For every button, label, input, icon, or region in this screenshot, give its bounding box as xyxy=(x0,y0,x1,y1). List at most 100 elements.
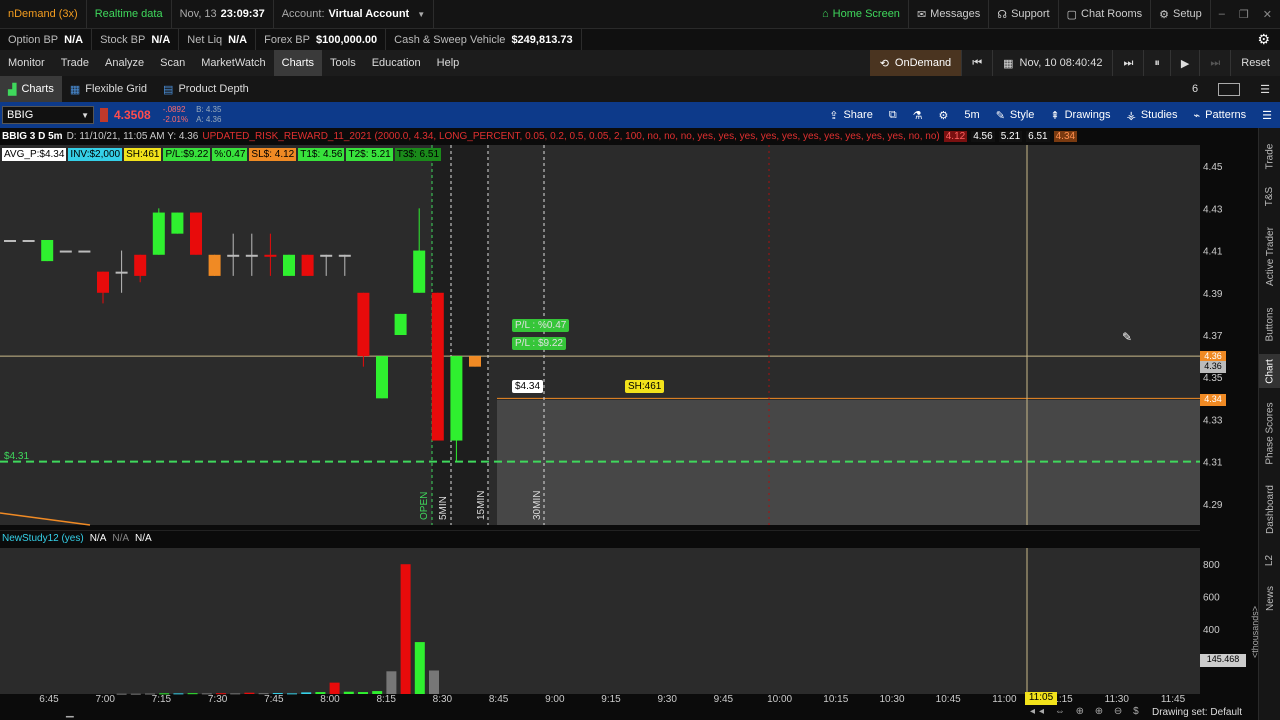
layout-button[interactable] xyxy=(1208,76,1250,102)
chart-panel[interactable]: 4.294.314.334.354.374.394.414.434.45 200… xyxy=(0,128,1260,720)
price-tick-label: 4.41 xyxy=(1203,247,1223,258)
grid-icon: ▦ xyxy=(69,83,81,96)
menu-button[interactable]: ☰ xyxy=(1250,76,1280,102)
setup-button[interactable]: ⚙ Setup xyxy=(1151,0,1211,28)
change-percent: -2.01% xyxy=(162,115,189,124)
study-target1-value: 4.56 xyxy=(971,130,995,142)
time-cursor-tag: 11:05 xyxy=(1025,692,1057,705)
chart-settings-button[interactable]: ⚙ xyxy=(931,102,957,128)
chat-icon: ▢ xyxy=(1066,8,1078,21)
menu-scan[interactable]: Scan xyxy=(152,50,193,76)
timeframe-button[interactable]: 5m xyxy=(956,102,987,128)
menu-analyze[interactable]: Analyze xyxy=(97,50,152,76)
balance-item: Net Liq N/A xyxy=(179,29,257,50)
subtab-product-depth[interactable]: ▤ Product Depth xyxy=(155,76,257,102)
time-tick-label: 11:00 xyxy=(992,694,1017,705)
time-tick-label: 6:45 xyxy=(39,694,59,705)
balance-label: Stock BP xyxy=(100,33,146,46)
drawing-set-label[interactable]: Drawing set: Default xyxy=(1152,707,1242,718)
support-button[interactable]: ☊ Support xyxy=(989,0,1059,28)
symbol-input[interactable]: BBIG ▼ xyxy=(2,106,94,124)
skip-forward-button[interactable]: ⏭ xyxy=(1113,50,1143,76)
style-label: Style xyxy=(1009,109,1035,121)
fast-forward-button[interactable]: ⏭ xyxy=(1200,50,1230,76)
settings-gear-icon[interactable]: ⚙ xyxy=(1247,29,1280,50)
toolbar-menu-button[interactable]: ☰ xyxy=(1254,102,1280,128)
volume-bar xyxy=(116,693,127,695)
flask-button[interactable]: ⚗ xyxy=(905,102,931,128)
price-tick-label: 4.39 xyxy=(1203,289,1223,300)
rail-tab-active-trader[interactable]: Active Trader xyxy=(1259,220,1280,292)
share-label: Share xyxy=(843,109,873,121)
ondemand-datetime[interactable]: ▦ Nov, 10 08:40:42 xyxy=(993,50,1112,76)
balance-label: Net Liq xyxy=(187,33,223,46)
home-screen-button[interactable]: ⌂ Home Screen xyxy=(814,0,909,28)
rail-tab-trade[interactable]: Trade xyxy=(1259,136,1280,176)
play-button[interactable]: ▶ xyxy=(1171,50,1199,76)
restore-icon[interactable]: ❐ xyxy=(1239,8,1249,21)
top-status-bar: nDemand (3x) Realtime data Nov, 13 23:09:… xyxy=(0,0,1280,29)
drawings-button[interactable]: ⇞ Drawings xyxy=(1042,102,1118,128)
menu-marketwatch[interactable]: MarketWatch xyxy=(193,50,273,76)
rail-tab-news[interactable]: News xyxy=(1259,580,1280,616)
price-tick-label: 4.31 xyxy=(1203,458,1223,469)
candle-body xyxy=(413,250,426,293)
headset-icon: ☊ xyxy=(997,8,1008,21)
menu-trade[interactable]: Trade xyxy=(53,50,97,76)
rail-tab-t-s[interactable]: T&S xyxy=(1259,180,1280,212)
balance-value: N/A xyxy=(64,33,84,46)
menu-charts[interactable]: Charts xyxy=(273,50,323,76)
app-mode: nDemand (3x) xyxy=(0,0,87,28)
layout-icon xyxy=(1218,82,1241,96)
grid-count[interactable]: 6 xyxy=(1182,76,1208,102)
style-button[interactable]: ✎ Style xyxy=(988,102,1043,128)
messages-button[interactable]: ✉ Messages xyxy=(909,0,990,28)
subtab-charts[interactable]: ▟ Charts xyxy=(0,76,62,102)
rail-tab-phase-scores[interactable]: Phase Scores xyxy=(1259,396,1280,470)
rail-tab-l2[interactable]: L2 xyxy=(1259,546,1280,574)
volume-tick-label: 800 xyxy=(1203,560,1220,571)
skip-back-button[interactable]: ⏮ xyxy=(962,50,992,76)
reset-button[interactable]: Reset xyxy=(1231,50,1280,76)
ondemand-datetime-value: Nov, 10 08:40:42 xyxy=(1019,57,1103,69)
collapse-icon[interactable]: ▁ xyxy=(66,707,74,718)
detach-button[interactable]: ⧉ xyxy=(881,102,905,128)
time-tick-label: 9:30 xyxy=(657,694,677,705)
rail-tab-buttons[interactable]: Buttons xyxy=(1259,300,1280,348)
time-tick-label: 10:30 xyxy=(879,694,904,705)
ondemand-button[interactable]: ⟲ OnDemand xyxy=(869,50,962,76)
candle-body xyxy=(41,240,54,262)
rail-tab-chart[interactable]: Chart xyxy=(1259,354,1280,388)
pause-button[interactable]: ⏸ xyxy=(1144,50,1170,76)
minimize-icon[interactable]: – xyxy=(1219,8,1225,20)
close-icon[interactable]: ✕ xyxy=(1263,8,1272,21)
rail-tab-dashboard[interactable]: Dashboard xyxy=(1259,478,1280,540)
menu-monitor[interactable]: Monitor xyxy=(0,50,53,76)
study-label: UPDATED_RISK_REWARD_11_2021 (2000.0, 4.3… xyxy=(202,130,940,142)
zoom-controls[interactable]: ◂◂ ⇔ ⊕ ⊕ ⊖ $ xyxy=(1030,706,1143,717)
account-selector[interactable]: Account: Virtual Account ▼ xyxy=(274,0,435,28)
window-controls: – ❐ ✕ xyxy=(1211,0,1280,28)
subtab-flexible-grid[interactable]: ▦ Flexible Grid xyxy=(62,76,155,102)
chat-rooms-button[interactable]: ▢ Chat Rooms xyxy=(1059,0,1152,28)
menu-help[interactable]: Help xyxy=(429,50,468,76)
change-value: -.0892 xyxy=(162,105,186,114)
account-label: Account: xyxy=(281,8,325,20)
price-tick-label: 4.37 xyxy=(1203,331,1223,342)
hamburger-icon: ☰ xyxy=(1260,83,1270,96)
candle-body xyxy=(357,292,370,357)
flask-icon: ⚗ xyxy=(912,109,923,122)
menu-tools[interactable]: Tools xyxy=(322,50,364,76)
chart-canvas[interactable]: 4.294.314.334.354.374.394.414.434.45 200… xyxy=(0,128,1258,720)
pencil-cursor-icon: ✎ xyxy=(1122,330,1133,344)
studies-button[interactable]: ⚶ Studies xyxy=(1118,102,1185,128)
menu-education[interactable]: Education xyxy=(364,50,429,76)
share-button[interactable]: ⇪ Share xyxy=(821,102,881,128)
price-tick-label: 4.33 xyxy=(1203,415,1223,426)
realtime-status: Realtime data xyxy=(87,0,172,28)
gear-icon: ⚙ xyxy=(1159,8,1170,21)
patterns-button[interactable]: ⌁ Patterns xyxy=(1186,102,1255,128)
volume-tick-label: 600 xyxy=(1203,593,1220,604)
time-tick-label: 7:15 xyxy=(152,694,172,705)
fast-forward-icon: ⏭ xyxy=(1210,56,1221,69)
